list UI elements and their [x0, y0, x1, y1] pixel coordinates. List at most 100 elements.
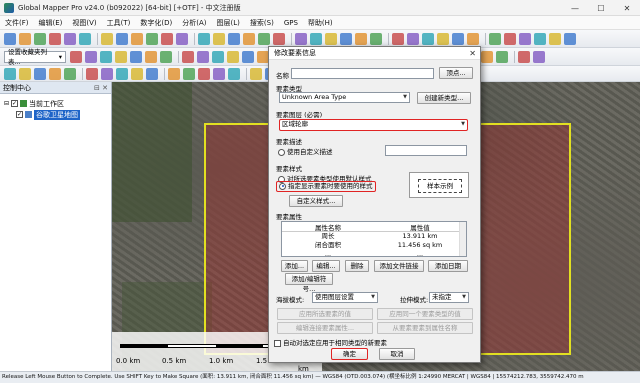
toolbar-tool-icon[interactable] — [213, 67, 225, 80]
menu-digitize[interactable]: 数字化(D) — [135, 18, 177, 28]
layer-checkbox[interactable]: ✓ — [16, 111, 23, 118]
toolbar-tool-icon[interactable] — [481, 50, 493, 63]
table-row[interactable]: 周长 13.911 km — [282, 232, 466, 241]
toolbar-tool-icon[interactable] — [160, 50, 172, 63]
toolbar-tool-icon[interactable] — [228, 67, 240, 80]
custom-description-field[interactable] — [385, 145, 467, 156]
extrude-mode-select[interactable]: 未指定 ▼ — [429, 292, 469, 303]
toolbar-tool-icon[interactable] — [131, 32, 143, 45]
custom-style-button[interactable]: 自定义样式... — [289, 195, 343, 207]
name-field[interactable] — [291, 68, 434, 79]
apply-same-type-button[interactable]: 应用同一个要素类型的值 — [377, 308, 473, 320]
toolbar-tool-icon[interactable] — [243, 32, 255, 45]
ok-button[interactable]: 确定 — [331, 348, 368, 360]
add-date-button[interactable]: 添加日期 — [428, 260, 468, 272]
menu-file[interactable]: 文件(F) — [0, 18, 34, 28]
vertex-button[interactable]: 顶点... — [439, 67, 473, 79]
menu-search[interactable]: 搜索(S) — [245, 18, 279, 28]
custom-description-radio[interactable]: 使用自定义描述 — [278, 146, 333, 156]
toolbar-tool-icon[interactable] — [534, 32, 546, 45]
toolbar-tool-icon[interactable] — [198, 32, 210, 45]
toolbar-tool-icon[interactable] — [101, 32, 113, 45]
toolbar-tool-icon[interactable] — [295, 32, 307, 45]
toolbar-tool-icon[interactable] — [549, 32, 561, 45]
close-icon[interactable]: ✕ — [614, 0, 640, 16]
feature-layer-select[interactable]: 区域轮廓 ▼ — [279, 119, 468, 131]
dialog-close-icon[interactable]: ✕ — [469, 47, 476, 60]
toolbar-tool-icon[interactable] — [116, 32, 128, 45]
toolbar-tool-icon[interactable] — [4, 32, 16, 45]
tree-layer-satellite[interactable]: ✓ 谷歌卫星地图 — [4, 109, 111, 120]
toolbar-tool-icon[interactable] — [86, 67, 98, 80]
create-type-button[interactable]: 创建新类型... — [417, 92, 471, 104]
toolbar-tool-icon[interactable] — [213, 32, 225, 45]
toolbar-tool-icon[interactable] — [325, 32, 337, 45]
toolbar-tool-icon[interactable] — [407, 32, 419, 45]
toolbar-tool-icon[interactable] — [101, 67, 113, 80]
minimize-icon[interactable]: — — [562, 0, 588, 16]
toolbar-tool-icon[interactable] — [49, 67, 61, 80]
toolbar-tool-icon[interactable] — [467, 32, 479, 45]
toolbar-tool-icon[interactable] — [197, 50, 209, 63]
toolbar-tool-icon[interactable] — [161, 32, 173, 45]
menu-edit[interactable]: 编辑(E) — [34, 18, 68, 28]
toolbar-tool-icon[interactable] — [4, 67, 16, 80]
toolbar-tool-icon[interactable] — [519, 32, 531, 45]
attributes-scrollbar[interactable] — [459, 222, 466, 256]
toolbar-tool-icon[interactable] — [116, 67, 128, 80]
panel-pin-icon[interactable]: ⊟ ✕ — [94, 84, 111, 92]
toolbar-tool-icon[interactable] — [168, 67, 180, 80]
toolbar-tool-icon[interactable] — [533, 50, 545, 63]
group-checkbox[interactable]: ✓ — [11, 100, 19, 107]
menu-help[interactable]: 帮助(H) — [303, 18, 338, 28]
auto-apply-checkbox[interactable]: 自动对选定应用于相同类型的新要素 — [274, 337, 387, 347]
toolbar-tool-icon[interactable] — [250, 67, 262, 80]
menu-analysis[interactable]: 分析(A) — [177, 18, 211, 28]
toolbar-tool-icon[interactable] — [182, 50, 194, 63]
table-row[interactable]: ...... — [282, 250, 466, 256]
toolbar-tool-icon[interactable] — [130, 50, 142, 63]
toolbar-tool-icon[interactable] — [227, 50, 239, 63]
toolbar-tool-icon[interactable] — [100, 50, 112, 63]
toolbar-tool-icon[interactable] — [242, 50, 254, 63]
toolbar-tool-icon[interactable] — [452, 32, 464, 45]
maximize-icon[interactable]: ☐ — [588, 0, 614, 16]
collapse-icon[interactable]: ⊟ — [4, 100, 9, 107]
toolbar-tool-icon[interactable] — [437, 32, 449, 45]
toolbar-tool-icon[interactable] — [115, 50, 127, 63]
toolbar-tool-icon[interactable] — [198, 67, 210, 80]
toolbar-tool-icon[interactable] — [228, 32, 240, 45]
toolbar-tool-icon[interactable] — [273, 32, 285, 45]
elevation-mode-select[interactable]: 使用图层设置 ▼ — [312, 292, 378, 303]
add-file-link-button[interactable]: 添加文件链接 — [374, 260, 424, 272]
toolbar-tool-icon[interactable] — [496, 50, 508, 63]
custom-style-radio[interactable]: 指定显示要素时要使用的样式 — [276, 181, 376, 192]
apply-selected-button[interactable]: 应用所选要素的值 — [277, 308, 373, 320]
menu-tools[interactable]: 工具(T) — [102, 18, 136, 28]
edit-attribute-button[interactable]: 编辑... — [312, 260, 340, 272]
toolbar-tool-icon[interactable] — [64, 67, 76, 80]
layer-label[interactable]: 谷歌卫星地图 — [34, 109, 80, 120]
toolbar-tool-icon[interactable] — [212, 50, 224, 63]
toolbar-tool-icon[interactable] — [355, 32, 367, 45]
favorites-dropdown[interactable]: 设置收藏夹列表... ▾ — [4, 48, 66, 66]
menu-layer[interactable]: 图层(L) — [212, 18, 245, 28]
toolbar-tool-icon[interactable] — [392, 32, 404, 45]
toolbar-tool-icon[interactable] — [564, 32, 576, 45]
toolbar-tool-icon[interactable] — [518, 50, 530, 63]
feature-to-attribute-button[interactable]: 从要素要素到属性名称 — [377, 322, 473, 334]
menu-gps[interactable]: GPS — [279, 19, 303, 27]
delete-attribute-button[interactable]: 删除 — [345, 260, 369, 272]
toolbar-tool-icon[interactable] — [489, 32, 501, 45]
toolbar-tool-icon[interactable] — [146, 32, 158, 45]
toolbar-tool-icon[interactable] — [310, 32, 322, 45]
toolbar-tool-icon[interactable] — [19, 32, 31, 45]
feature-type-select[interactable]: Unknown Area Type ▼ — [279, 92, 410, 103]
toolbar-tool-icon[interactable] — [34, 32, 46, 45]
add-attribute-button[interactable]: 添加... — [281, 260, 308, 272]
add-symbol-button[interactable]: 添加/编辑符号... — [285, 273, 333, 293]
edit-join-attributes-button[interactable]: 编辑连接要素属性... — [277, 322, 373, 334]
toolbar-tool-icon[interactable] — [85, 50, 97, 63]
toolbar-tool-icon[interactable] — [504, 32, 516, 45]
toolbar-tool-icon[interactable] — [176, 32, 188, 45]
